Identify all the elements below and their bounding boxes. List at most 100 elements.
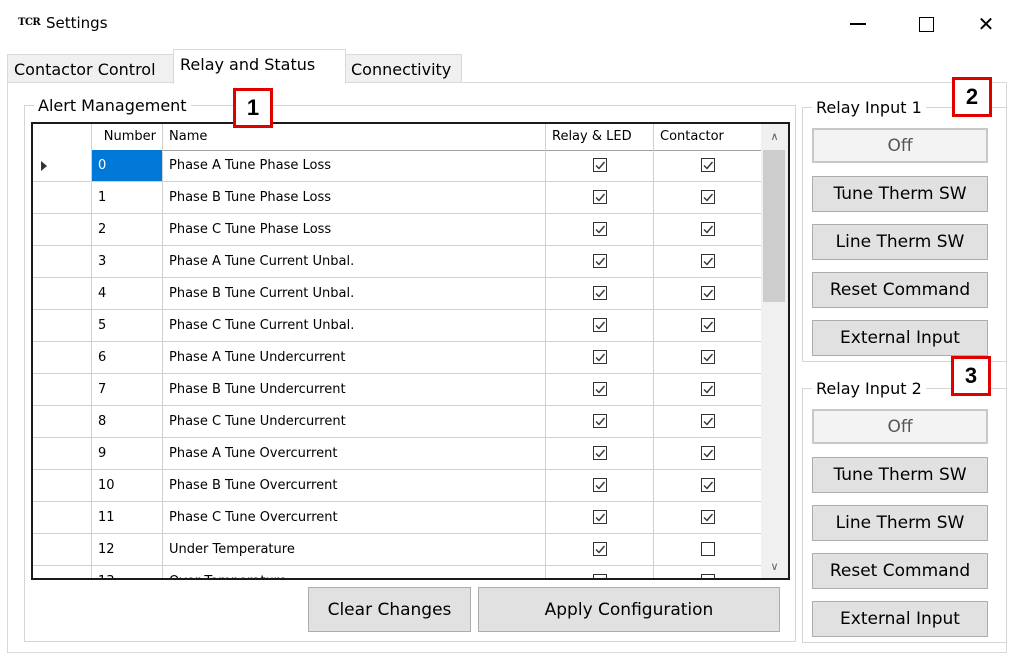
table-row[interactable]: 13Over Temperature [33, 566, 762, 578]
relay-1-tune-therm-sw-button[interactable]: Tune Therm SW [812, 176, 988, 212]
name-cell[interactable]: Phase C Tune Undercurrent [163, 406, 546, 438]
contactor-checkbox[interactable] [701, 318, 715, 332]
name-cell[interactable]: Phase B Tune Overcurrent [163, 470, 546, 502]
row-header[interactable] [33, 310, 92, 342]
row-header[interactable] [33, 534, 92, 566]
relay-2-line-therm-sw-button[interactable]: Line Therm SW [812, 505, 988, 541]
row-header[interactable] [33, 278, 92, 310]
row-header[interactable] [33, 182, 92, 214]
relay-led-checkbox[interactable] [593, 542, 607, 556]
row-header[interactable] [33, 246, 92, 278]
table-row[interactable]: 7 Phase B Tune Undercurrent [33, 374, 762, 406]
relay-led-checkbox[interactable] [593, 478, 607, 492]
row-header[interactable] [33, 342, 92, 374]
name-cell[interactable]: Phase A Tune Current Unbal. [163, 246, 546, 278]
table-row[interactable]: 11 Phase C Tune Overcurrent [33, 502, 762, 534]
row-header[interactable] [33, 438, 92, 470]
contactor-checkbox[interactable] [701, 510, 715, 524]
contactor-checkbox[interactable] [701, 158, 715, 172]
table-row[interactable]: 0 Phase A Tune Phase Loss [33, 150, 762, 182]
alert-grid[interactable]: Number Name Relay & LED Contactor 0 Phase… [31, 122, 790, 580]
name-cell[interactable]: Phase C Tune Overcurrent [163, 502, 546, 534]
relay-2-reset-command-button[interactable]: Reset Command [812, 553, 988, 589]
relay-led-checkbox[interactable] [593, 158, 607, 172]
clear-changes-button[interactable]: Clear Changes [308, 587, 471, 632]
apply-configuration-button[interactable]: Apply Configuration [478, 587, 780, 632]
number-cell[interactable]: 11 [92, 502, 163, 534]
number-cell[interactable]: 9 [92, 438, 163, 470]
contactor-checkbox[interactable] [701, 350, 715, 364]
contactor-checkbox[interactable] [701, 190, 715, 204]
relay-led-checkbox[interactable] [593, 510, 607, 524]
number-cell[interactable]: 0 [92, 150, 163, 182]
table-row[interactable]: 10 Phase B Tune Overcurrent [33, 470, 762, 502]
row-header[interactable] [33, 374, 92, 406]
name-cell[interactable]: Phase B Tune Undercurrent [163, 374, 546, 406]
number-cell[interactable]: 12 [92, 534, 163, 566]
name-cell[interactable]: Phase A Tune Overcurrent [163, 438, 546, 470]
table-row[interactable]: 8 Phase C Tune Undercurrent [33, 406, 762, 438]
relay-led-checkbox[interactable] [593, 574, 607, 578]
relay-led-checkbox[interactable] [593, 222, 607, 236]
number-cell[interactable]: 10 [92, 470, 163, 502]
scroll-thumb[interactable] [763, 150, 785, 302]
relay-led-checkbox[interactable] [593, 446, 607, 460]
row-header[interactable] [33, 502, 92, 534]
minimize-button[interactable] [834, 0, 882, 48]
name-cell[interactable]: Phase C Tune Phase Loss [163, 214, 546, 246]
relay-led-checkbox[interactable] [593, 350, 607, 364]
contactor-checkbox[interactable] [701, 414, 715, 428]
table-row[interactable]: 9 Phase A Tune Overcurrent [33, 438, 762, 470]
number-cell[interactable]: 8 [92, 406, 163, 438]
contactor-checkbox[interactable] [701, 382, 715, 396]
contactor-checkbox[interactable] [701, 286, 715, 300]
tab-connectivity[interactable]: Connectivity [344, 54, 462, 83]
number-cell[interactable]: 3 [92, 246, 163, 278]
relay-1-reset-command-button[interactable]: Reset Command [812, 272, 988, 308]
number-cell[interactable]: 2 [92, 214, 163, 246]
row-header[interactable] [33, 214, 92, 246]
contactor-checkbox[interactable] [701, 222, 715, 236]
tab-relay-and-status[interactable]: Relay and Status [173, 49, 346, 84]
table-row[interactable]: 3 Phase A Tune Current Unbal. [33, 246, 762, 278]
name-cell[interactable]: Phase B Tune Phase Loss [163, 182, 546, 214]
name-cell[interactable]: Phase B Tune Current Unbal. [163, 278, 546, 310]
table-row[interactable]: 2 Phase C Tune Phase Loss [33, 214, 762, 246]
contactor-checkbox[interactable] [701, 446, 715, 460]
contactor-checkbox[interactable] [701, 542, 715, 556]
number-cell[interactable]: 7 [92, 374, 163, 406]
close-button[interactable]: ✕ [962, 0, 1010, 48]
number-cell[interactable]: 1 [92, 182, 163, 214]
grid-scrollbar[interactable]: ∧ ∨ [761, 124, 788, 578]
row-header[interactable] [33, 470, 92, 502]
table-row[interactable]: 6 Phase A Tune Undercurrent [33, 342, 762, 374]
name-cell[interactable]: Over Temperature [163, 566, 546, 578]
row-header[interactable] [33, 406, 92, 438]
relay-2-tune-therm-sw-button[interactable]: Tune Therm SW [812, 457, 988, 493]
column-header-contactor[interactable]: Contactor [654, 124, 762, 150]
maximize-button[interactable] [902, 0, 950, 48]
contactor-checkbox[interactable] [701, 254, 715, 268]
column-header-relay-led[interactable]: Relay & LED [546, 124, 654, 150]
row-header[interactable] [33, 150, 92, 182]
number-cell[interactable]: 4 [92, 278, 163, 310]
relay-1-line-therm-sw-button[interactable]: Line Therm SW [812, 224, 988, 260]
relay-led-checkbox[interactable] [593, 318, 607, 332]
table-row[interactable]: 4 Phase B Tune Current Unbal. [33, 278, 762, 310]
scroll-down-icon[interactable]: ∨ [761, 556, 788, 576]
relay-led-checkbox[interactable] [593, 254, 607, 268]
name-cell[interactable]: Phase A Tune Phase Loss [163, 150, 546, 182]
relay-led-checkbox[interactable] [593, 286, 607, 300]
scroll-up-icon[interactable]: ∧ [761, 126, 788, 146]
relay-led-checkbox[interactable] [593, 190, 607, 204]
table-row[interactable]: 1 Phase B Tune Phase Loss [33, 182, 762, 214]
relay-led-checkbox[interactable] [593, 382, 607, 396]
name-cell[interactable]: Under Temperature [163, 534, 546, 566]
column-header-name[interactable]: Name [163, 124, 546, 150]
name-cell[interactable]: Phase C Tune Current Unbal. [163, 310, 546, 342]
relay-led-checkbox[interactable] [593, 414, 607, 428]
contactor-checkbox[interactable] [701, 478, 715, 492]
tab-contactor-control[interactable]: Contactor Control [7, 54, 175, 83]
number-cell[interactable]: 6 [92, 342, 163, 374]
number-cell[interactable]: 13 [92, 566, 163, 578]
